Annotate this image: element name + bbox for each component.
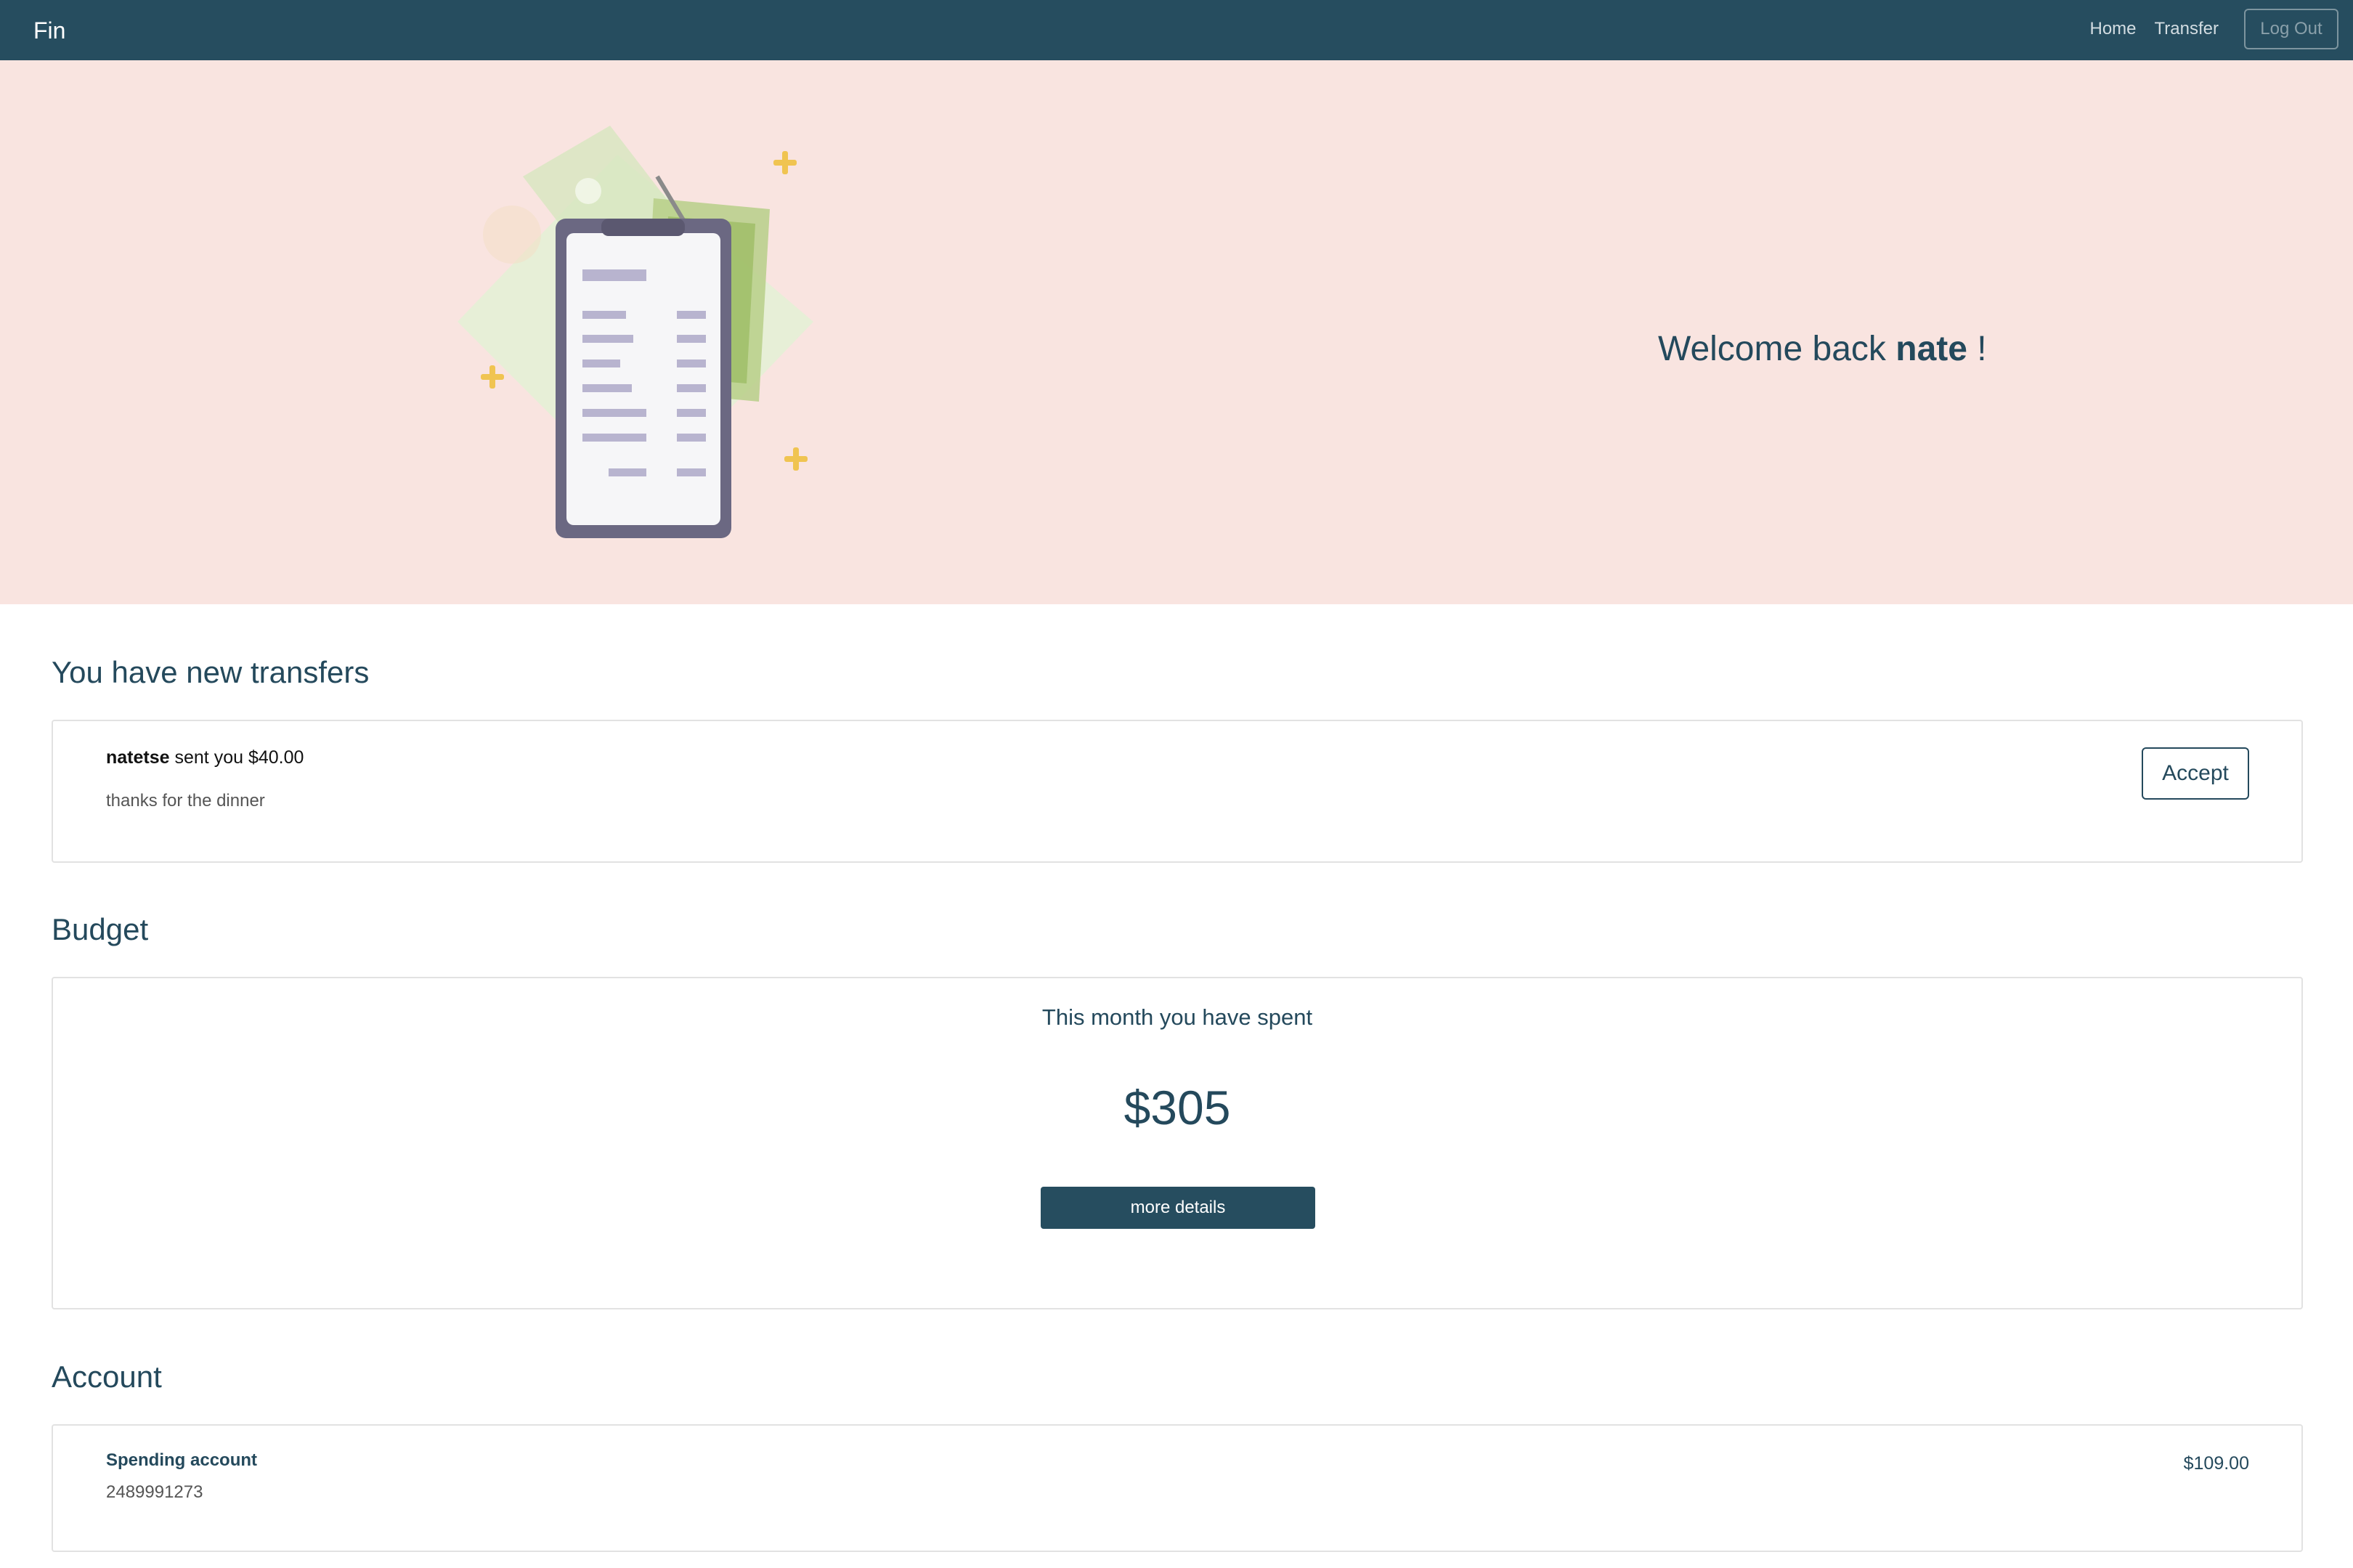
phone-receipt-money-icon xyxy=(458,126,813,538)
nav-link-transfer[interactable]: Transfer xyxy=(2155,19,2219,39)
welcome-prefix: Welcome back xyxy=(1658,330,1886,368)
nav-link-home[interactable]: Home xyxy=(2090,19,2137,39)
welcome-suffix: ! xyxy=(1977,330,1987,368)
transfer-text: sent you $40.00 xyxy=(174,747,304,768)
welcome-username: nate xyxy=(1895,330,1967,368)
logout-button[interactable]: Log Out xyxy=(2244,9,2338,49)
transfer-summary: natetse sent you $40.00 xyxy=(106,747,304,768)
nav-links: Home Transfer Log Out xyxy=(2090,7,2338,51)
more-details-button[interactable]: more details xyxy=(1041,1187,1315,1229)
transfer-card: natetse sent you $40.00 thanks for the d… xyxy=(52,720,2303,863)
transfers-title: You have new transfers xyxy=(52,655,370,689)
budget-card: This month you have spent $305 more deta… xyxy=(52,977,2303,1309)
top-navbar: Fin Home Transfer Log Out xyxy=(0,0,2353,60)
account-card[interactable]: Spending account 2489991273 $109.00 xyxy=(52,1424,2303,1552)
account-name: Spending account xyxy=(106,1450,258,1470)
budget-title: Budget xyxy=(52,912,149,946)
budget-amount: $305 xyxy=(1123,1081,1231,1134)
accept-transfer-button[interactable]: Accept xyxy=(2142,747,2249,800)
account-title: Account xyxy=(52,1360,162,1394)
transfer-note: thanks for the dinner xyxy=(106,791,265,811)
account-number: 2489991273 xyxy=(106,1482,203,1502)
hero-banner: Welcome back nate ! xyxy=(0,60,2353,604)
budget-heading: This month you have spent xyxy=(1041,1004,1313,1030)
brand-logo[interactable]: Fin xyxy=(33,16,65,45)
account-balance: $109.00 xyxy=(2183,1453,2249,1474)
transfer-sender: natetse xyxy=(106,747,170,768)
welcome-message: Welcome back nate ! xyxy=(1658,329,1987,369)
